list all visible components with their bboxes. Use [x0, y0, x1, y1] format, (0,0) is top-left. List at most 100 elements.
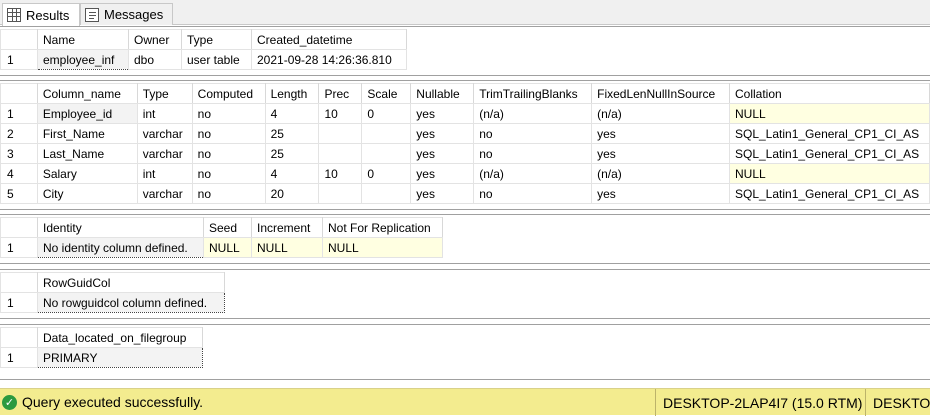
table-cell[interactable]: int [136, 103, 193, 124]
table-cell[interactable]: yes [591, 143, 730, 164]
column-header[interactable]: RowGuidCol [37, 272, 225, 293]
table-cell[interactable]: 4 [264, 103, 320, 124]
table-cell[interactable]: (n/a) [473, 163, 593, 184]
table-row[interactable]: 1 No rowguidcol column defined. [0, 292, 225, 313]
result-grid-identity[interactable]: Identity Seed Increment Not For Replicat… [0, 214, 930, 264]
column-header[interactable]: TrimTrailingBlanks [473, 83, 593, 104]
table-row[interactable]: 5 City varchar no 20 yes no yes SQL_Lati… [0, 183, 930, 204]
table-cell[interactable]: 0 [361, 163, 412, 184]
table-cell[interactable]: Last_Name [36, 143, 138, 164]
table-cell[interactable] [361, 143, 412, 164]
table-cell[interactable]: SQL_Latin1_General_CP1_CI_AS [729, 143, 930, 164]
result-grid-filegroup[interactable]: Data_located_on_filegroup 1 PRIMARY [0, 324, 930, 380]
table-cell[interactable]: no [191, 143, 266, 164]
column-header[interactable]: Length [264, 83, 320, 104]
table-cell[interactable]: no [473, 123, 593, 144]
table-cell[interactable]: 25 [264, 123, 320, 144]
row-number[interactable]: 1 [0, 347, 38, 368]
row-number[interactable]: 4 [0, 163, 38, 184]
row-number[interactable]: 1 [0, 49, 38, 70]
column-header[interactable]: Computed [191, 83, 266, 104]
table-cell[interactable]: no [191, 103, 266, 124]
table-cell[interactable]: varchar [136, 143, 193, 164]
row-number[interactable]: 1 [0, 237, 38, 258]
table-cell[interactable]: no [191, 163, 266, 184]
table-cell[interactable]: yes [591, 183, 730, 204]
table-cell[interactable]: yes [410, 123, 475, 144]
table-cell[interactable]: 10 [318, 163, 363, 184]
table-cell[interactable]: varchar [136, 183, 193, 204]
row-number[interactable]: 3 [0, 143, 38, 164]
table-cell[interactable]: int [136, 163, 193, 184]
table-cell[interactable]: NULL [251, 237, 323, 258]
table-row[interactable]: 3 Last_Name varchar no 25 yes no yes SQL… [0, 143, 930, 164]
table-cell[interactable]: no [473, 183, 593, 204]
table-cell[interactable]: no [191, 123, 266, 144]
table-cell[interactable] [318, 123, 363, 144]
table-cell[interactable]: NULL [322, 237, 443, 258]
column-header[interactable]: Data_located_on_filegroup [37, 327, 203, 348]
row-number[interactable]: 2 [0, 123, 38, 144]
table-cell[interactable]: PRIMARY [37, 347, 203, 368]
table-cell[interactable]: First_Name [36, 123, 138, 144]
row-header-corner[interactable] [0, 272, 38, 293]
table-cell[interactable]: Employee_id [36, 103, 138, 124]
column-header[interactable]: Type [181, 29, 252, 50]
table-cell[interactable]: no [191, 183, 266, 204]
table-cell[interactable]: NULL [203, 237, 252, 258]
table-cell[interactable]: NULL [729, 163, 930, 184]
table-cell[interactable]: (n/a) [591, 103, 730, 124]
table-cell[interactable]: 2021-09-28 14:26:36.810 [251, 49, 407, 70]
table-cell[interactable]: No identity column defined. [37, 237, 204, 258]
column-header[interactable]: Nullable [410, 83, 475, 104]
row-header-corner[interactable] [0, 217, 38, 238]
table-cell[interactable]: dbo [128, 49, 182, 70]
table-cell[interactable]: 10 [318, 103, 363, 124]
column-header[interactable]: Seed [203, 217, 252, 238]
table-cell[interactable]: 0 [361, 103, 412, 124]
result-grid-object[interactable]: Name Owner Type Created_datetime 1 emplo… [0, 26, 930, 76]
table-row[interactable]: 1 PRIMARY [0, 347, 203, 368]
tab-messages[interactable]: Messages [80, 3, 173, 25]
table-cell[interactable]: yes [410, 103, 475, 124]
table-cell[interactable]: 20 [264, 183, 320, 204]
column-header[interactable]: FixedLenNullInSource [591, 83, 730, 104]
result-grid-rowguidcol[interactable]: RowGuidCol 1 No rowguidcol column define… [0, 269, 930, 319]
table-cell[interactable]: Salary [36, 163, 138, 184]
column-header[interactable]: Not For Replication [322, 217, 443, 238]
table-cell[interactable]: employee_inf [37, 49, 129, 70]
column-header[interactable]: Column_name [36, 83, 138, 104]
table-cell[interactable]: NULL [729, 103, 930, 124]
row-number[interactable]: 1 [0, 103, 38, 124]
table-cell[interactable]: (n/a) [473, 103, 593, 124]
table-cell[interactable]: no [473, 143, 593, 164]
table-row[interactable]: 1 No identity column defined. NULL NULL … [0, 237, 443, 258]
table-cell[interactable]: yes [410, 143, 475, 164]
column-header[interactable]: Scale [361, 83, 412, 104]
table-cell[interactable]: City [36, 183, 138, 204]
column-header[interactable]: Increment [251, 217, 323, 238]
row-header-corner[interactable] [0, 83, 38, 104]
column-header[interactable]: Identity [37, 217, 204, 238]
table-cell[interactable] [361, 123, 412, 144]
table-cell[interactable]: yes [591, 123, 730, 144]
column-header[interactable]: Owner [128, 29, 182, 50]
table-cell[interactable] [318, 143, 363, 164]
table-cell[interactable]: 25 [264, 143, 320, 164]
table-cell[interactable] [318, 183, 363, 204]
table-cell[interactable]: SQL_Latin1_General_CP1_CI_AS [729, 123, 930, 144]
table-cell[interactable]: 4 [264, 163, 320, 184]
column-header[interactable]: Collation [729, 83, 930, 104]
table-cell[interactable]: (n/a) [591, 163, 730, 184]
column-header[interactable]: Prec [318, 83, 363, 104]
tab-results[interactable]: Results [2, 3, 80, 26]
row-number[interactable]: 5 [0, 183, 38, 204]
table-row[interactable]: 1 employee_inf dbo user table 2021-09-28… [0, 49, 407, 70]
result-grid-columns[interactable]: Column_name Type Computed Length Prec Sc… [0, 80, 930, 210]
row-number[interactable]: 1 [0, 292, 38, 313]
table-cell[interactable]: SQL_Latin1_General_CP1_CI_AS [729, 183, 930, 204]
table-cell[interactable] [361, 183, 412, 204]
table-cell[interactable]: yes [410, 183, 475, 204]
row-header-corner[interactable] [0, 29, 38, 50]
column-header[interactable]: Name [37, 29, 129, 50]
